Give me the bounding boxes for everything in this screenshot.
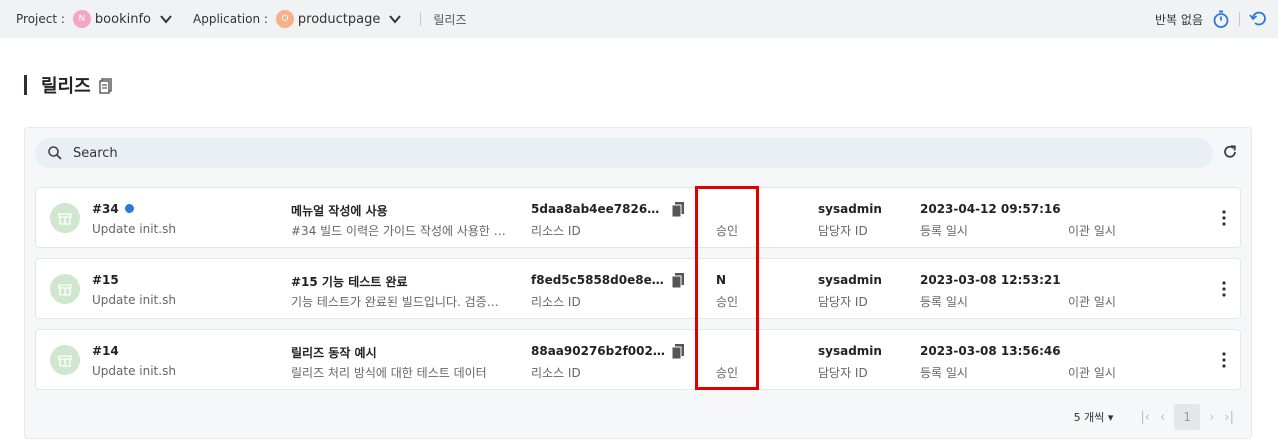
release-row[interactable]: #34 Update init.sh 메뉴얼 작성에 사용 #34 빌드 이력은… — [35, 187, 1241, 248]
resource-id: 88aa90276b2f00290d3f… — [531, 344, 667, 358]
release-icon — [50, 274, 80, 304]
pagination: 5 개씩 ▾ |‹ ‹ 1 › ›| — [1074, 404, 1239, 430]
top-bar: Project : N bookinfo Application : O pro… — [0, 0, 1278, 38]
registered-label: 등록 일시 — [920, 224, 968, 238]
more-options-icon[interactable] — [1222, 281, 1226, 297]
page-title: 릴리즈 — [41, 76, 91, 97]
project-value: bookinfo — [94, 11, 151, 27]
owner-label: 담당자 ID — [818, 366, 868, 380]
copy-icon[interactable] — [670, 272, 686, 290]
application-label: Application : — [193, 12, 268, 26]
release-description: #34 빌드 이력은 가이드 작성에 사용한 릴리… — [291, 224, 506, 238]
release-title: #15 기능 테스트 완료 — [291, 275, 408, 289]
project-avatar: N — [72, 10, 91, 28]
copy-icon[interactable] — [670, 343, 686, 361]
registered-date: 2023-03-08 12:53:21 — [920, 273, 1061, 287]
search-input[interactable]: Search — [73, 146, 118, 161]
migrated-label: 이관 일시 — [1068, 295, 1116, 309]
application-value: productpage — [297, 11, 381, 27]
release-row[interactable]: #15 Update init.sh #15 기능 테스트 완료 기능 테스트가… — [35, 258, 1241, 319]
resource-id: 5daa8ab4ee78265a4ea… — [531, 202, 667, 216]
release-icon — [50, 345, 80, 375]
repeat-label: 반복 없음 — [1155, 12, 1203, 27]
page-header: 릴리즈 — [24, 72, 115, 98]
project-label: Project : — [16, 12, 65, 26]
release-id: #34 — [92, 202, 134, 216]
resource-id: f8ed5c5858d0e8eff6f5… — [531, 273, 667, 287]
commit-message: Update init.sh — [92, 293, 176, 307]
release-icon — [50, 203, 80, 233]
timer-icon[interactable] — [1211, 9, 1231, 29]
release-id: #15 — [92, 273, 119, 287]
divider — [1239, 12, 1240, 26]
release-description: 릴리즈 처리 방식에 대한 테스트 데이터 — [291, 366, 487, 380]
commit-message: Update init.sh — [92, 222, 176, 236]
registered-label: 등록 일시 — [920, 366, 968, 380]
title-accent-bar — [24, 75, 27, 95]
top-bar-actions: 반복 없음 — [1155, 0, 1268, 38]
migrated-label: 이관 일시 — [1068, 224, 1116, 238]
refresh-icon[interactable] — [1221, 143, 1239, 161]
undo-refresh-icon[interactable] — [1248, 9, 1268, 29]
breadcrumb[interactable]: 릴리즈 — [433, 11, 466, 28]
owner-id: sysadmin — [818, 202, 882, 216]
copy-icon[interactable] — [670, 201, 686, 219]
owner-label: 담당자 ID — [818, 224, 868, 238]
last-page-icon[interactable]: ›| — [1224, 410, 1234, 425]
more-options-icon[interactable] — [1222, 210, 1226, 226]
owner-id: sysadmin — [818, 273, 882, 287]
search-icon — [48, 146, 62, 160]
first-page-icon[interactable]: |‹ — [1140, 410, 1150, 425]
registered-label: 등록 일시 — [920, 295, 968, 309]
application-selector[interactable]: Application : O productpage — [193, 10, 416, 28]
new-indicator — [124, 204, 134, 213]
commit-message: Update init.sh — [92, 364, 176, 378]
owner-label: 담당자 ID — [818, 295, 868, 309]
chevron-down-icon[interactable] — [159, 12, 173, 26]
registered-date: 2023-03-08 13:56:46 — [920, 344, 1061, 358]
more-options-icon[interactable] — [1222, 352, 1226, 368]
migrated-label: 이관 일시 — [1068, 366, 1116, 380]
release-title: 릴리즈 동작 예시 — [291, 346, 377, 360]
release-list-panel: Search #34 Update init.sh 메뉴얼 작성에 사용 #34… — [24, 127, 1252, 439]
current-page[interactable]: 1 — [1174, 404, 1201, 430]
application-avatar: O — [275, 10, 294, 28]
prev-page-icon[interactable]: ‹ — [1160, 410, 1165, 425]
page-size-select[interactable]: 5 개씩 ▾ — [1074, 409, 1114, 425]
copy-icon[interactable] — [97, 76, 115, 94]
release-row[interactable]: #14 Update init.sh 릴리즈 동작 예시 릴리즈 처리 방식에 … — [35, 329, 1241, 390]
release-title: 메뉴얼 작성에 사용 — [291, 204, 388, 218]
project-selector[interactable]: Project : N bookinfo — [16, 10, 187, 28]
registered-date: 2023-04-12 09:57:16 — [920, 202, 1061, 216]
owner-id: sysadmin — [818, 344, 882, 358]
release-description: 기능 테스트가 완료된 빌드입니다. 검증계에… — [291, 295, 506, 309]
release-id: #14 — [92, 344, 119, 358]
divider — [420, 12, 422, 26]
search-bar[interactable]: Search — [35, 138, 1213, 168]
resource-id-label: 리소스 ID — [531, 366, 581, 380]
highlight-box — [695, 186, 759, 390]
resource-id-label: 리소스 ID — [531, 295, 581, 309]
resource-id-label: 리소스 ID — [531, 224, 581, 238]
chevron-down-icon[interactable] — [388, 12, 402, 26]
next-page-icon[interactable]: › — [1209, 410, 1214, 425]
